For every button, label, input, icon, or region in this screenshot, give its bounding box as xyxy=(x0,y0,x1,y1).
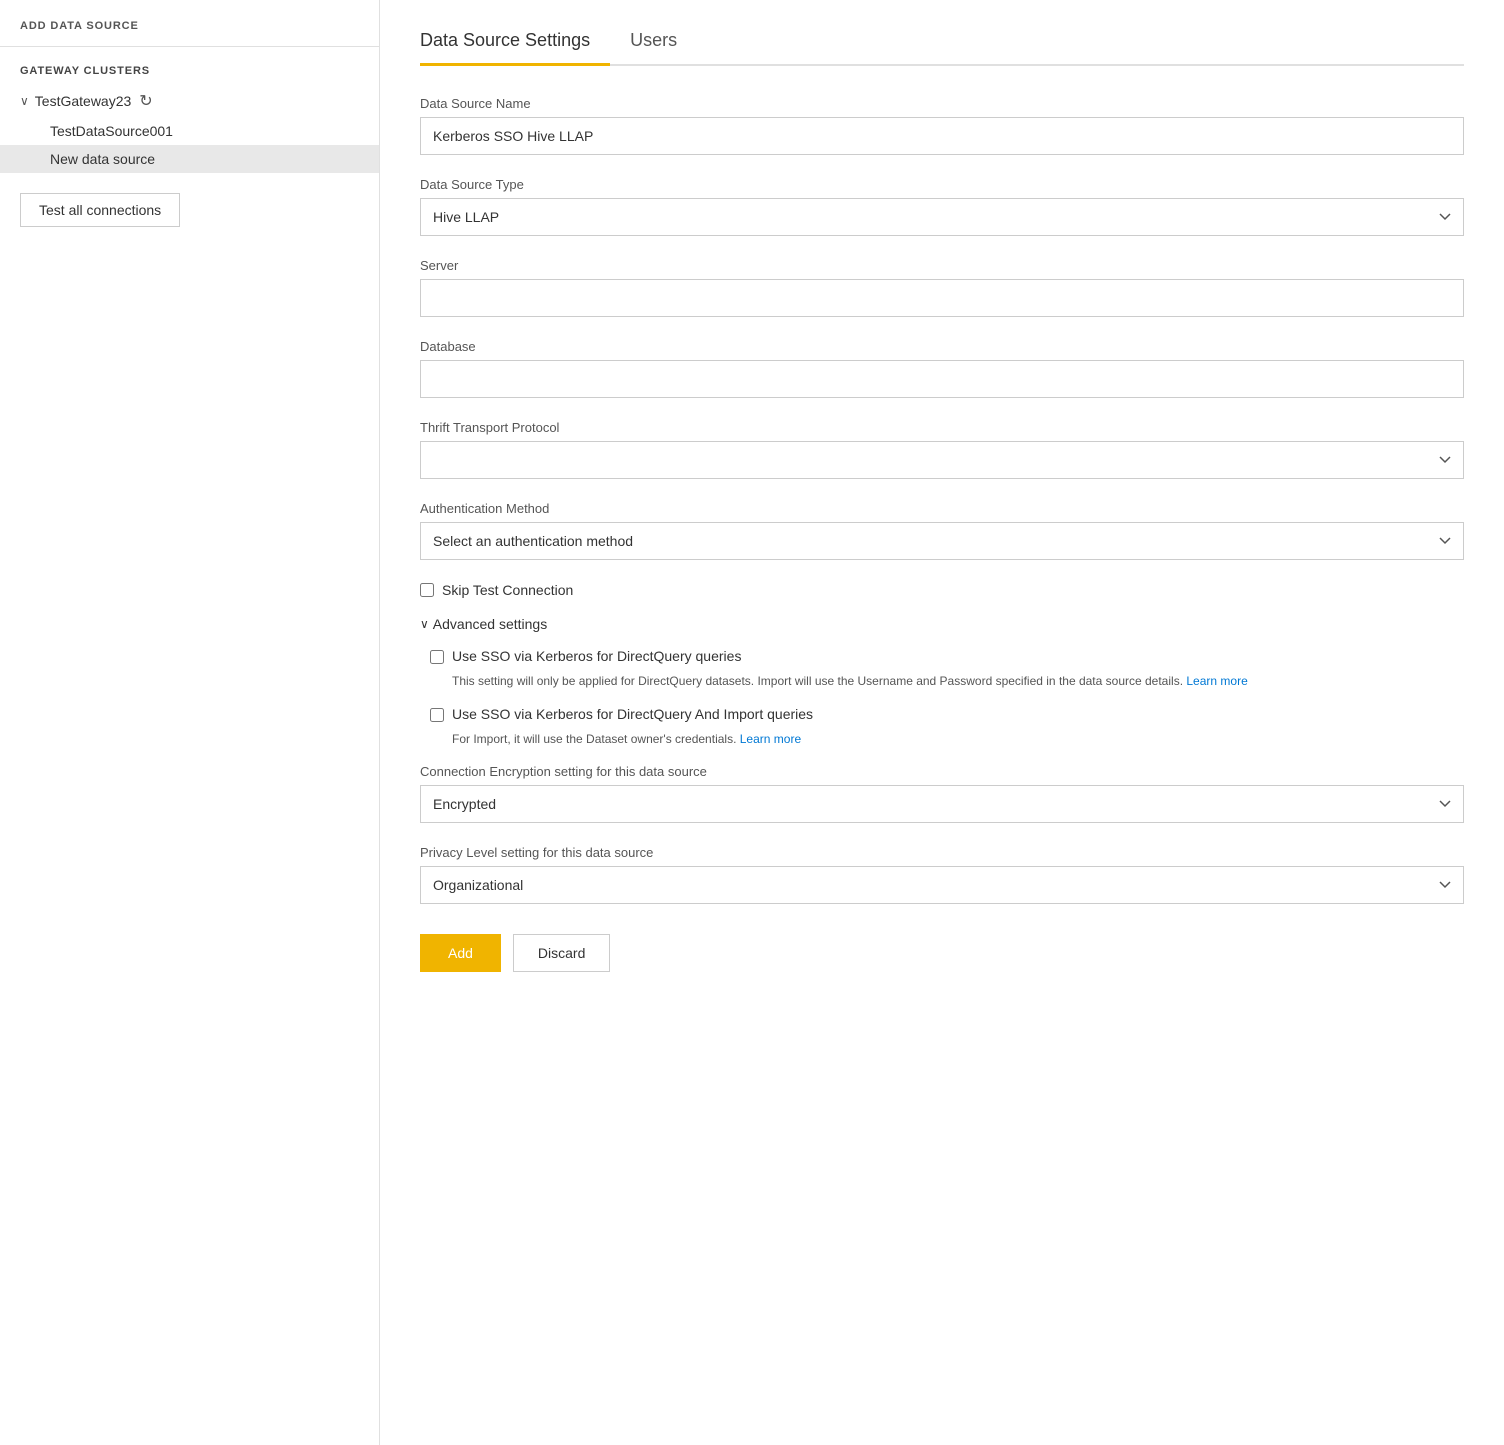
data-source-type-select[interactable]: Hive LLAP xyxy=(420,198,1464,236)
chevron-down-icon: ∨ xyxy=(420,617,429,631)
encryption-group: Connection Encryption setting for this d… xyxy=(420,764,1464,823)
sso-kerberos-dq-import-label[interactable]: Use SSO via Kerberos for DirectQuery And… xyxy=(452,706,813,722)
sidebar: ADD DATA SOURCE GATEWAY CLUSTERS ∨ TestG… xyxy=(0,0,380,1445)
gateway-clusters-label: GATEWAY CLUSTERS xyxy=(0,47,379,85)
skip-test-connection-label[interactable]: Skip Test Connection xyxy=(442,582,573,598)
tabs: Data Source Settings Users xyxy=(420,20,1464,66)
skip-test-connection-group: Skip Test Connection xyxy=(420,582,1464,598)
data-source-name-label: Data Source Name xyxy=(420,96,1464,111)
privacy-group: Privacy Level setting for this data sour… xyxy=(420,845,1464,904)
sso-kerberos-dq-import-desc-text: For Import, it will use the Dataset owne… xyxy=(452,732,736,746)
data-source-type-label: Data Source Type xyxy=(420,177,1464,192)
auth-method-select[interactable]: Select an authentication method xyxy=(420,522,1464,560)
auth-method-group: Authentication Method Select an authenti… xyxy=(420,501,1464,560)
advanced-settings-label: Advanced settings xyxy=(433,616,547,632)
auth-method-label: Authentication Method xyxy=(420,501,1464,516)
database-input[interactable] xyxy=(420,360,1464,398)
server-label: Server xyxy=(420,258,1464,273)
main-content: Data Source Settings Users Data Source N… xyxy=(380,0,1504,1445)
tab-users[interactable]: Users xyxy=(630,20,697,66)
server-input[interactable] xyxy=(420,279,1464,317)
sidebar-actions: Test all connections xyxy=(0,173,379,247)
thrift-select[interactable] xyxy=(420,441,1464,479)
datasource-label: New data source xyxy=(50,151,155,167)
sso-kerberos-dq-checkbox[interactable] xyxy=(430,650,444,664)
sidebar-header: ADD DATA SOURCE xyxy=(0,20,379,47)
gateway-item[interactable]: ∨ TestGateway23 ↻ xyxy=(0,85,379,117)
sync-icon: ↻ xyxy=(139,91,152,111)
privacy-label: Privacy Level setting for this data sour… xyxy=(420,845,1464,860)
database-group: Database xyxy=(420,339,1464,398)
sso-kerberos-dq-learn-more-link[interactable]: Learn more xyxy=(1186,674,1247,688)
sso-kerberos-dq-import-checkbox[interactable] xyxy=(430,708,444,722)
tab-data-source-settings[interactable]: Data Source Settings xyxy=(420,20,610,66)
datasource-label: TestDataSource001 xyxy=(50,123,173,139)
advanced-settings-header[interactable]: ∨ Advanced settings xyxy=(420,616,1464,632)
sso-kerberos-dq-desc: This setting will only be applied for Di… xyxy=(452,672,1464,690)
add-button[interactable]: Add xyxy=(420,934,501,972)
discard-button[interactable]: Discard xyxy=(513,934,610,972)
chevron-down-icon: ∨ xyxy=(20,94,29,108)
database-label: Database xyxy=(420,339,1464,354)
skip-test-connection-checkbox[interactable] xyxy=(420,583,434,597)
sso-kerberos-dq-label[interactable]: Use SSO via Kerberos for DirectQuery que… xyxy=(452,648,741,664)
sso-kerberos-dq-desc-text: This setting will only be applied for Di… xyxy=(452,674,1183,688)
data-source-name-input[interactable] xyxy=(420,117,1464,155)
sso-kerberos-dq-import-desc: For Import, it will use the Dataset owne… xyxy=(452,730,1464,748)
thrift-label: Thrift Transport Protocol xyxy=(420,420,1464,435)
sso-kerberos-dq-import-learn-more-link[interactable]: Learn more xyxy=(740,732,801,746)
form-actions: Add Discard xyxy=(420,934,1464,972)
encryption-label: Connection Encryption setting for this d… xyxy=(420,764,1464,779)
datasource-item-testdatasource[interactable]: TestDataSource001 xyxy=(0,117,379,145)
sso-kerberos-dq-group: Use SSO via Kerberos for DirectQuery que… xyxy=(430,648,1464,664)
privacy-select[interactable]: Organizational None Private Public xyxy=(420,866,1464,904)
gateway-name: TestGateway23 xyxy=(35,93,132,109)
test-all-connections-button[interactable]: Test all connections xyxy=(20,193,180,227)
datasource-item-newdatasource[interactable]: New data source xyxy=(0,145,379,173)
sso-kerberos-dq-import-group: Use SSO via Kerberos for DirectQuery And… xyxy=(430,706,1464,722)
encryption-select[interactable]: Encrypted Not Encrypted None xyxy=(420,785,1464,823)
data-source-name-group: Data Source Name xyxy=(420,96,1464,155)
thrift-group: Thrift Transport Protocol xyxy=(420,420,1464,479)
advanced-settings-content: Use SSO via Kerberos for DirectQuery que… xyxy=(420,648,1464,748)
data-source-type-group: Data Source Type Hive LLAP xyxy=(420,177,1464,236)
server-group: Server xyxy=(420,258,1464,317)
